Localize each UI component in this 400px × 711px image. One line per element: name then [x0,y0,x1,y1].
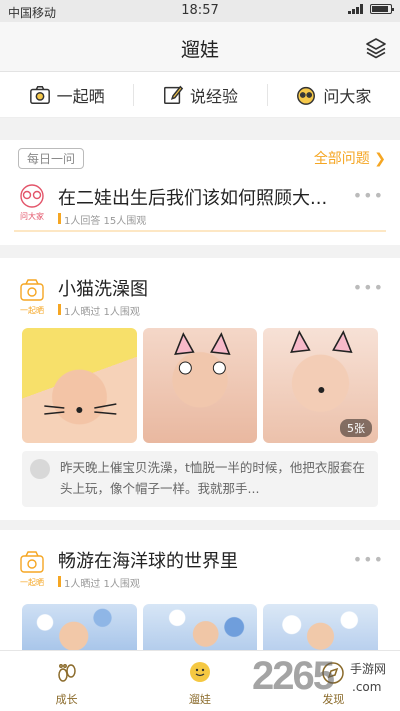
photo-count-badge: 5张 [340,419,373,437]
question-title[interactable]: 在二娃出生后我们该如何照顾大... [58,184,327,210]
camera-icon [20,551,44,573]
signal-icon [348,4,363,14]
share-photos-button[interactable]: 一起晒 [0,72,133,117]
camera-icon [20,279,44,301]
avatar [30,459,50,479]
post-title[interactable]: 畅游在海洋球的世界里 [58,547,238,573]
comment-text: 昨天晚上催宝贝洗澡，t恤脱一半的时候，他把衣服套在头上玩，像个帽子一样。我就那手… [60,460,365,496]
share-category-label: 一起晒 [20,578,44,587]
title-bar: 遛娃 [0,22,400,72]
photo-strip [22,604,379,650]
share-photos-label: 一起晒 [56,86,105,106]
pencil-icon [164,85,184,104]
watermark-domain: .com [352,680,382,694]
comment-preview[interactable]: 昨天晚上催宝贝洗澡，t恤脱一半的时候，他把衣服套在头上玩，像个帽子一样。我就那手… [22,451,378,507]
question-face-icon [297,86,316,105]
question-stats: 1人回答 15人围观 [58,212,146,227]
status-icons [348,4,394,14]
page-title: 遛娃 [180,39,219,61]
cat-whiskers-icon [44,403,117,415]
tab-outing[interactable]: 遛娃 [133,651,266,711]
photo-thumbnail[interactable] [142,328,258,443]
question-face-icon [20,184,44,208]
daily-question-tag: 每日一问 [18,148,85,169]
photo-thumbnail[interactable] [22,328,137,443]
more-options-icon[interactable]: ••• [353,550,384,569]
share-category-label: 一起晒 [20,306,44,315]
all-questions-link[interactable]: 全部问题 ❯ [314,148,386,168]
post-card[interactable]: 一起晒 小猫洗澡图 1人晒过 1人围观 ••• 5张 昨天晚上催宝贝洗澡，t恤脱… [0,258,400,520]
post-stats: 1人晒过 1人围观 [58,575,140,590]
ask-everyone-label: 问大家 [323,86,372,106]
photo-thumbnail[interactable] [142,604,258,650]
more-options-icon[interactable]: ••• [353,186,384,205]
more-options-icon[interactable]: ••• [353,278,384,297]
share-category-icon: 一起晒 [14,276,50,316]
chevron-right-icon: ❯ [374,151,386,167]
battery-icon [370,4,394,14]
ask-category-icon: 问大家 [14,182,50,222]
divider [14,230,386,232]
camera-icon [29,85,50,104]
post-title[interactable]: 小猫洗澡图 [58,275,148,301]
post-stats: 1人晒过 1人围观 [58,303,140,318]
share-experience-label: 说经验 [189,86,238,106]
share-category-icon: 一起晒 [14,548,50,588]
daily-question-card[interactable]: 每日一问 全部问题 ❯ 问大家 在二娃出生后我们该如何照顾大... 1人回答 1… [0,140,400,245]
cat-ears-icon [173,332,231,375]
footprint-icon [57,664,76,682]
ask-everyone-button[interactable]: 问大家 [266,72,400,117]
status-bar: 中国移动 18:57 [0,0,400,22]
watermark-number: 2265 [252,654,335,698]
ask-category-label: 问大家 [20,212,44,221]
watermark-site: 手游网 [350,662,387,676]
status-time: 18:57 [181,3,219,18]
photo-strip: 5张 [22,328,379,443]
post-card[interactable]: 一起晒 畅游在海洋球的世界里 1人晒过 1人围观 ••• [0,530,400,650]
photo-thumbnail[interactable] [263,604,379,650]
share-experience-button[interactable]: 说经验 [133,72,266,117]
tab-growth[interactable]: 成长 [0,651,133,711]
action-row: 一起晒 说经验 问大家 [0,72,400,118]
all-questions-label: 全部问题 [313,151,370,167]
tab-growth-label: 成长 [55,693,78,706]
site-watermark: 2265 手游网 .com [252,654,398,702]
layers-icon[interactable] [364,36,388,60]
tab-outing-label: 遛娃 [188,693,211,706]
smile-bubble-icon [189,662,210,682]
photo-thumbnail[interactable]: 5张 [263,328,379,443]
photo-thumbnail[interactable] [22,604,137,650]
